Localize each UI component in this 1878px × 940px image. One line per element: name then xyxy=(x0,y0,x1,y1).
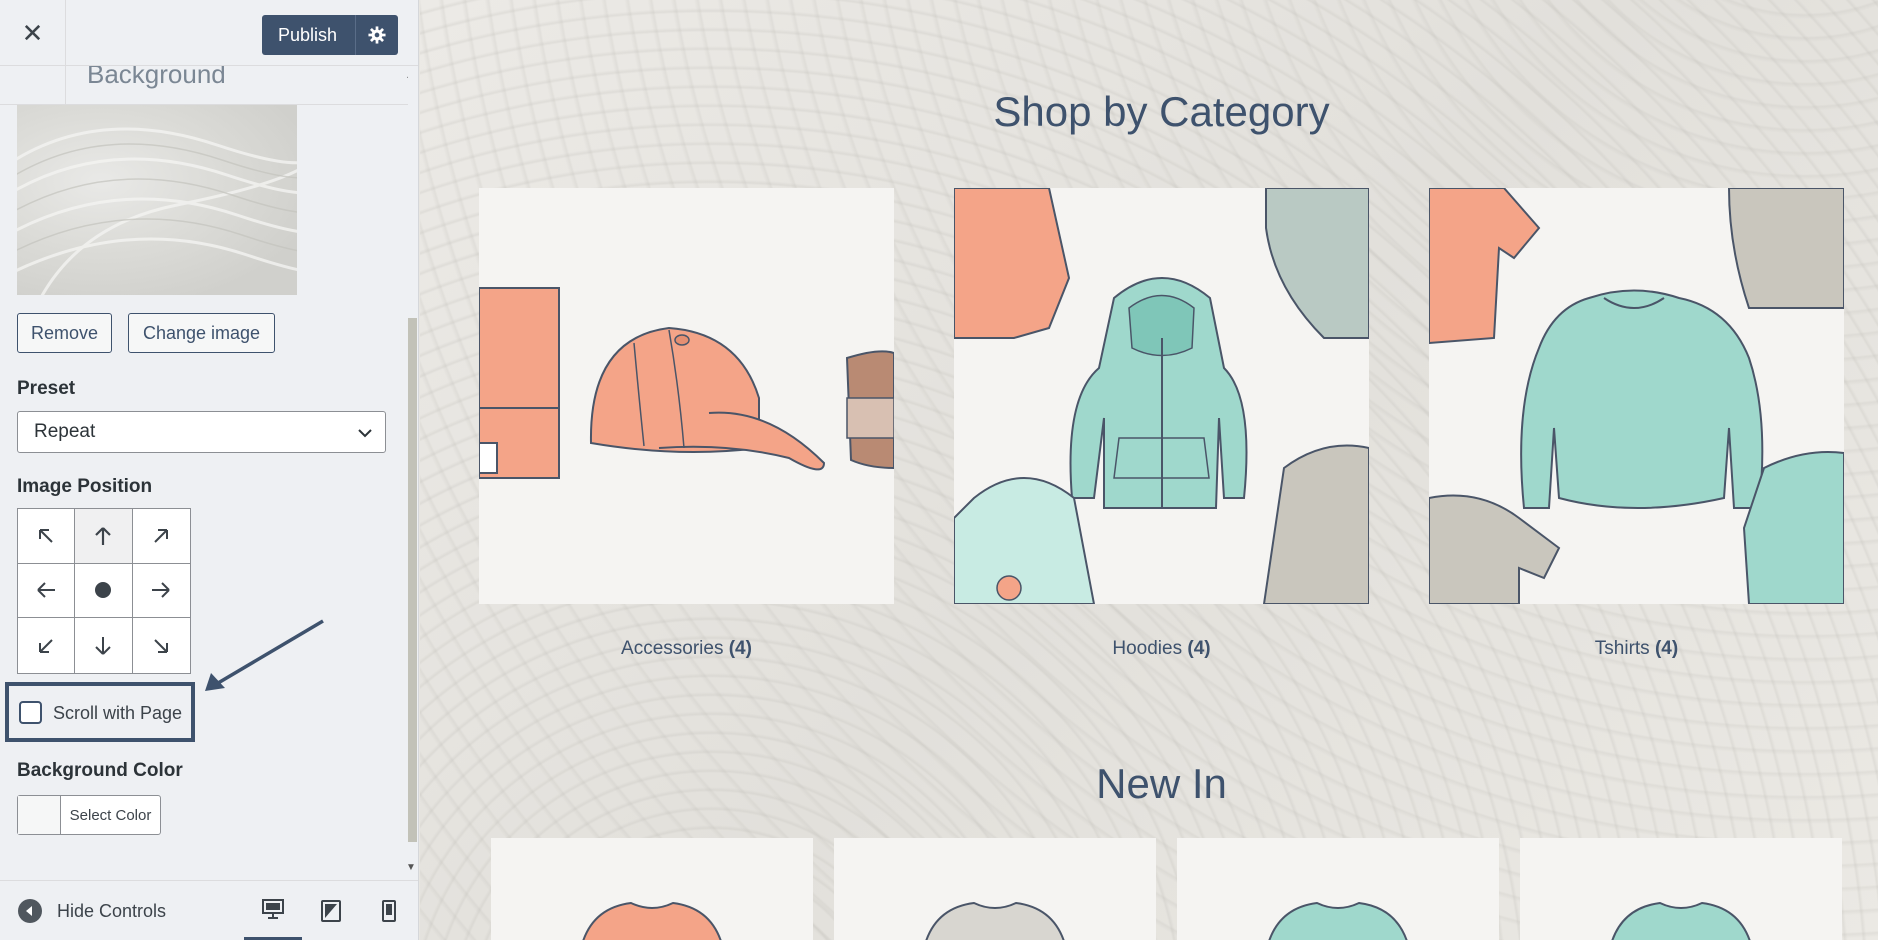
arrow-down-icon xyxy=(95,636,112,655)
mobile-icon xyxy=(382,900,396,922)
category-image-tshirts[interactable] xyxy=(1429,188,1844,604)
category-label-accessories[interactable]: Accessories (4) xyxy=(479,638,894,660)
position-right-button[interactable] xyxy=(132,563,190,619)
section-header: Background ▲ xyxy=(0,59,418,105)
collapse-icon xyxy=(18,899,42,923)
scroll-with-page-checkbox[interactable] xyxy=(19,701,42,724)
position-bottom-button[interactable] xyxy=(75,618,133,673)
publish-settings-button[interactable] xyxy=(356,15,398,55)
remove-image-button[interactable]: Remove xyxy=(17,313,112,353)
position-left-button[interactable] xyxy=(18,563,76,619)
arrow-left-icon xyxy=(37,582,56,599)
image-position-label: Image Position xyxy=(17,476,153,497)
desktop-icon xyxy=(262,899,284,919)
position-top-right-button[interactable] xyxy=(132,509,190,564)
category-name: Hoodies xyxy=(1112,638,1183,659)
category-count: (4) xyxy=(728,638,752,659)
tablet-icon xyxy=(321,900,341,922)
change-image-button[interactable]: Change image xyxy=(128,313,275,353)
color-swatch xyxy=(18,796,61,834)
scrollbar-thumb[interactable] xyxy=(408,318,417,842)
preset-label: Preset xyxy=(17,378,76,399)
position-top-button[interactable] xyxy=(75,509,133,564)
close-icon: ✕ xyxy=(21,17,44,48)
scroll-with-page-label[interactable]: Scroll with Page xyxy=(53,703,182,724)
customizer-sidebar: ✕ Publish Background Remove Change image… xyxy=(0,0,419,940)
category-image-hoodies[interactable] xyxy=(954,188,1369,604)
publish-button[interactable]: Publish xyxy=(261,15,356,55)
arrow-down-right-icon xyxy=(154,638,169,653)
device-desktop-button[interactable] xyxy=(244,881,302,940)
back-button[interactable] xyxy=(0,66,66,105)
background-image-preview xyxy=(17,105,297,295)
category-count: (4) xyxy=(1187,638,1211,659)
device-mobile-button[interactable] xyxy=(360,881,418,940)
position-bottom-right-button[interactable] xyxy=(132,618,190,673)
background-color-label: Background Color xyxy=(17,760,183,781)
position-top-left-button[interactable] xyxy=(18,509,76,564)
category-name: Tshirts xyxy=(1594,638,1650,659)
select-color-button[interactable]: Select Color xyxy=(17,795,161,835)
arrow-up-right-icon xyxy=(154,528,169,543)
product-card[interactable] xyxy=(491,838,813,940)
category-image-accessories[interactable] xyxy=(479,188,894,604)
product-card[interactable] xyxy=(1520,838,1842,940)
close-button[interactable]: ✕ xyxy=(0,0,66,66)
shop-by-category-heading: Shop by Category xyxy=(993,88,1330,135)
category-count: (4) xyxy=(1654,638,1679,659)
preset-select[interactable]: Repeat xyxy=(17,411,386,453)
chevron-down-icon xyxy=(358,429,372,438)
preset-value: Repeat xyxy=(34,421,96,442)
scroll-with-page-highlight: Scroll with Page xyxy=(5,682,195,742)
position-center-button[interactable] xyxy=(75,563,133,619)
arrow-down-left-icon xyxy=(39,638,53,653)
scroll-down-arrow-icon[interactable]: ▼ xyxy=(406,862,416,873)
hide-controls-label: Hide Controls xyxy=(57,900,167,921)
publish-group: Publish xyxy=(261,15,398,55)
dot-icon xyxy=(95,582,112,599)
category-name: Accessories xyxy=(621,638,724,659)
customizer-footer: Hide Controls xyxy=(0,880,418,940)
site-preview: Shop by Category Accessories (4) Hoodies… xyxy=(420,0,1878,940)
new-in-heading: New In xyxy=(1096,760,1227,807)
device-tablet-button[interactable] xyxy=(302,881,360,940)
product-card[interactable] xyxy=(834,838,1156,940)
arrow-right-icon xyxy=(152,582,171,599)
select-color-label: Select Color xyxy=(69,806,152,824)
category-label-hoodies[interactable]: Hoodies (4) xyxy=(954,638,1369,660)
position-bottom-left-button[interactable] xyxy=(18,618,76,673)
category-label-tshirts[interactable]: Tshirts (4) xyxy=(1429,638,1844,660)
hide-controls-button[interactable]: Hide Controls xyxy=(18,899,166,923)
arrow-up-left-icon xyxy=(39,528,53,543)
arrow-up-icon xyxy=(95,527,112,545)
gear-icon xyxy=(368,26,386,44)
customizer-topbar: ✕ Publish xyxy=(0,0,418,66)
annotation-arrow-icon xyxy=(205,619,324,691)
image-position-grid xyxy=(17,508,191,674)
product-card[interactable] xyxy=(1177,838,1499,940)
